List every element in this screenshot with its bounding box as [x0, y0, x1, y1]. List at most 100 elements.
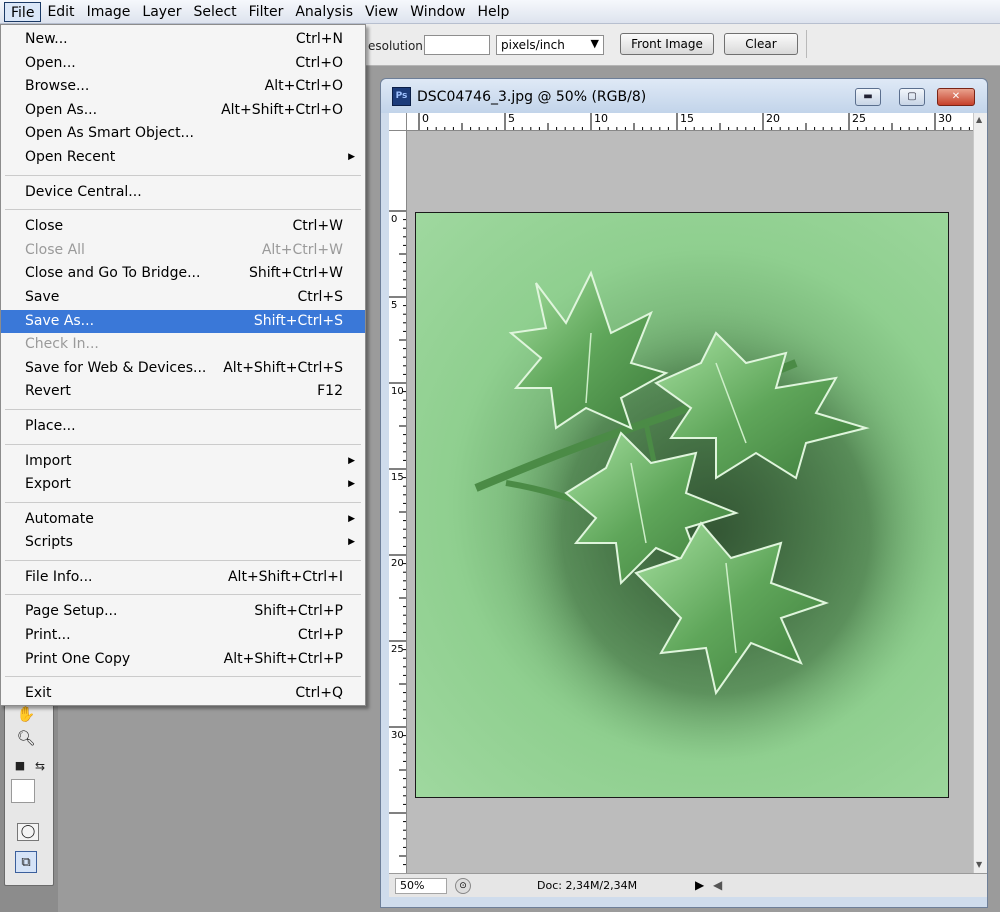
clear-button[interactable]: Clear: [724, 33, 798, 55]
submenu-arrow-icon: ▶: [348, 513, 355, 524]
options-divider: [806, 30, 807, 58]
menu-item-label: Close and Go To Bridge...: [25, 265, 201, 282]
menu-item-close-and-go-to-bridge[interactable]: Close and Go To Bridge... Shift+Ctrl+W: [1, 262, 365, 286]
file-menu-dropdown: New... Ctrl+N Open... Ctrl+O Browse... Alt+…: [0, 24, 366, 706]
resolution-input[interactable]: [424, 35, 490, 55]
menu-item-label: Print...: [25, 627, 71, 644]
menu-select[interactable]: Select: [187, 2, 242, 22]
menu-item-label: Print One Copy: [25, 650, 131, 667]
menu-help[interactable]: Help: [471, 2, 515, 22]
menu-item-page-setup[interactable]: Page Setup... Shift+Ctrl+P: [1, 600, 365, 624]
menu-item-device-central[interactable]: Device Central...: [1, 181, 365, 205]
menu-item-place[interactable]: Place...: [1, 415, 365, 439]
menu-item-browse[interactable]: Browse... Alt+Ctrl+O: [1, 75, 365, 99]
status-bar: 50% ⊙ Doc: 2,34M/2,34M ▶ ◀: [389, 873, 987, 897]
menu-item-close-all: Close All Alt+Ctrl+W: [1, 239, 365, 263]
menu-view[interactable]: View: [359, 2, 404, 22]
vertical-ruler[interactable]: 0 5 10 15 20 25 30: [389, 131, 407, 873]
menu-edit[interactable]: Edit: [41, 2, 80, 22]
menu-item-export[interactable]: Export ▶: [1, 473, 365, 497]
document-titlebar[interactable]: Ps DSC04746_3.jpg @ 50% (RGB/8) ▬ ▢ ✕: [381, 79, 987, 113]
menu-item-label: Open As...: [25, 101, 98, 118]
screen-mode-icon[interactable]: ⧉: [15, 851, 37, 873]
menu-image[interactable]: Image: [81, 2, 137, 22]
menu-separator: [5, 594, 361, 596]
menu-item-shortcut: Ctrl+O: [295, 54, 343, 71]
menu-item-shortcut: Shift+Ctrl+W: [248, 265, 343, 282]
hand-tool-icon[interactable]: ✋: [15, 703, 37, 725]
menu-item-open-as[interactable]: Open As... Alt+Shift+Ctrl+O: [1, 99, 365, 123]
menu-item-import[interactable]: Import ▶: [1, 450, 365, 474]
menu-item-print-one-copy[interactable]: Print One Copy Alt+Shift+Ctrl+P: [1, 648, 365, 672]
menu-item-label: Scripts: [25, 534, 73, 551]
menu-item-open[interactable]: Open... Ctrl+O: [1, 52, 365, 76]
ruler-origin[interactable]: [389, 113, 407, 131]
zoom-level-field[interactable]: 50%: [395, 878, 447, 894]
menu-item-file-info[interactable]: File Info... Alt+Shift+Ctrl+I: [1, 566, 365, 590]
menu-window[interactable]: Window: [404, 2, 471, 22]
close-button[interactable]: ✕: [937, 88, 975, 106]
swap-colors-icon[interactable]: ⇆: [29, 755, 51, 777]
menu-item-shortcut: Ctrl+W: [292, 218, 343, 235]
status-info-icon[interactable]: ⊙: [455, 878, 471, 894]
zoom-tool-icon[interactable]: 🔍︎: [15, 727, 37, 749]
scroll-up-icon[interactable]: ▲: [976, 115, 982, 124]
vertical-ruler-ticks: [389, 210, 406, 866]
menu-item-label: New...: [25, 31, 68, 47]
ruler-h-label: 20: [766, 113, 780, 125]
photoshop-doc-icon: Ps: [392, 87, 411, 106]
menu-item-save[interactable]: Save Ctrl+S: [1, 286, 365, 310]
ruler-h-label: 30: [938, 113, 952, 125]
foreground-color-swatch[interactable]: [11, 779, 35, 803]
menu-item-revert[interactable]: Revert F12: [1, 380, 365, 404]
resolution-units-select[interactable]: pixels/inch ▼: [496, 35, 604, 55]
menu-item-label: Place...: [25, 417, 76, 434]
maximize-button[interactable]: ▢: [899, 88, 925, 106]
chevron-down-icon: ▼: [590, 37, 599, 50]
menu-filter[interactable]: Filter: [243, 2, 290, 22]
canvas-area[interactable]: [407, 131, 973, 873]
menu-item-shortcut: Alt+Shift+Ctrl+I: [227, 568, 343, 585]
menu-item-new[interactable]: New... Ctrl+N: [1, 28, 365, 52]
quick-mask-icon[interactable]: ◯: [17, 823, 39, 841]
menu-item-label: Save for Web & Devices...: [25, 359, 207, 376]
menu-item-shortcut: Ctrl+S: [297, 288, 343, 305]
menu-item-label: Open...: [25, 54, 76, 71]
menu-item-shortcut: Alt+Ctrl+W: [261, 241, 343, 258]
menu-layer[interactable]: Layer: [136, 2, 187, 22]
scroll-down-icon[interactable]: ▼: [976, 860, 982, 869]
menu-item-label: Device Central...: [25, 183, 142, 200]
menu-item-shortcut: Alt+Shift+Ctrl+O: [221, 101, 343, 118]
menu-file[interactable]: File: [4, 1, 42, 22]
ruler-v-label: 0: [391, 214, 398, 225]
menu-analysis[interactable]: Analysis: [289, 2, 359, 22]
menu-item-automate[interactable]: Automate ▶: [1, 508, 365, 532]
menu-item-scripts[interactable]: Scripts ▶: [1, 531, 365, 555]
menu-item-shortcut: Alt+Shift+Ctrl+P: [223, 650, 343, 667]
scroll-left-icon[interactable]: ◀: [713, 878, 722, 892]
vertical-scrollbar[interactable]: ▲ ▼: [973, 113, 987, 873]
menu-item-exit[interactable]: Exit Ctrl+Q: [1, 682, 365, 706]
menu-item-open-recent[interactable]: Open Recent ▶: [1, 146, 365, 170]
menu-separator: [5, 443, 361, 445]
ruler-h-label: 0: [422, 113, 429, 125]
horizontal-ruler[interactable]: 0 5 10 15 20 25 30: [407, 113, 973, 131]
image-artwork[interactable]: [415, 212, 949, 798]
menu-item-save-as[interactable]: Save As... Shift+Ctrl+S: [1, 309, 365, 334]
ruler-h-label: 5: [508, 113, 515, 125]
status-menu-arrow-icon[interactable]: ▶: [695, 878, 704, 892]
minimize-button[interactable]: ▬: [855, 88, 881, 106]
menu-item-open-as-smart-object[interactable]: Open As Smart Object...: [1, 122, 365, 146]
ruler-v-label: 25: [391, 644, 404, 655]
menu-separator: [5, 501, 361, 503]
menu-item-label: Check In...: [25, 336, 99, 353]
default-colors-icon[interactable]: ■: [9, 755, 31, 777]
menu-item-label: Open As Smart Object...: [25, 125, 194, 142]
submenu-arrow-icon: ▶: [348, 537, 355, 548]
menu-separator: [5, 408, 361, 410]
menu-item-close[interactable]: Close Ctrl+W: [1, 215, 365, 239]
front-image-button[interactable]: Front Image: [620, 33, 714, 55]
menu-item-save-for-web[interactable]: Save for Web & Devices... Alt+Shift+Ctrl+…: [1, 357, 365, 381]
menu-item-print[interactable]: Print... Ctrl+P: [1, 624, 365, 648]
menu-item-label: Export: [25, 476, 71, 493]
